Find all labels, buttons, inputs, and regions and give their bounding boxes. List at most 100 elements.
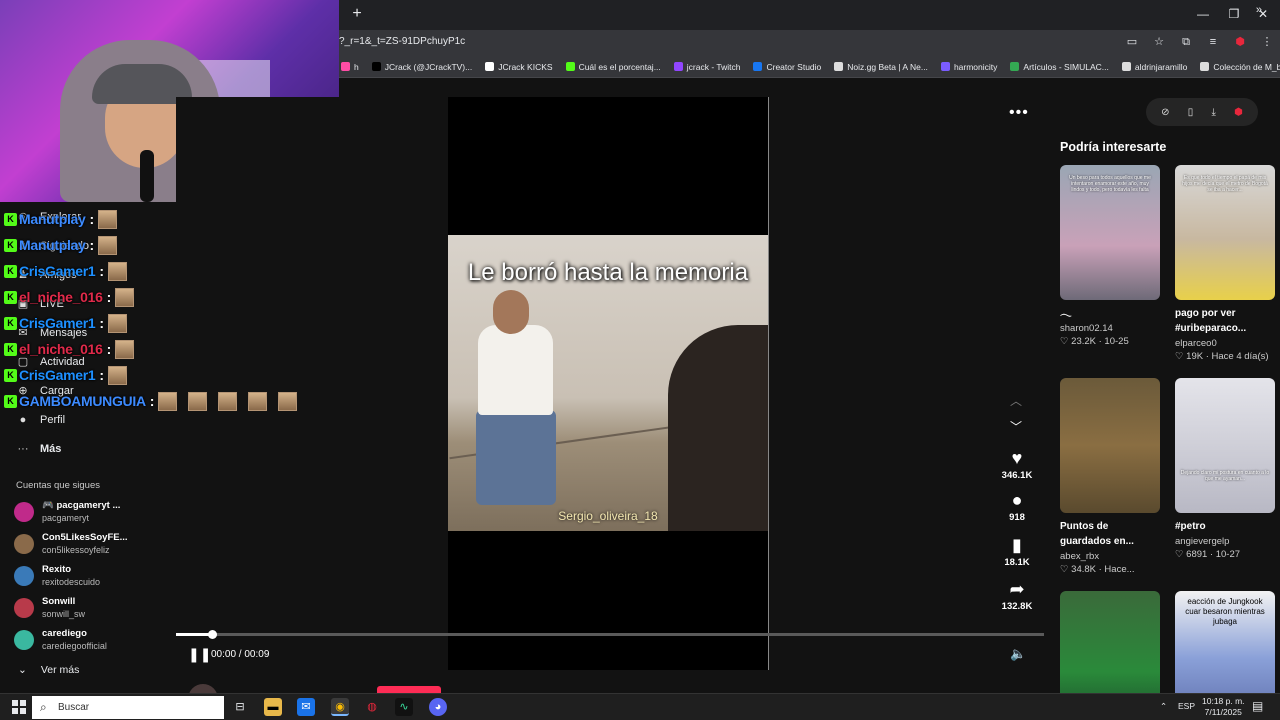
- taskbar-search[interactable]: ⌕ Buscar: [32, 696, 224, 719]
- media-controls-icon[interactable]: ≡: [1206, 34, 1220, 50]
- new-tab-button[interactable]: +: [347, 4, 367, 24]
- recommended-card[interactable]: Es que todo el tiempo el papá de mis hij…: [1175, 165, 1275, 362]
- bookmark-item[interactable]: JCrack (@JCrackTV)...: [371, 62, 472, 72]
- bookmark-item[interactable]: aldrinjaramillo: [1121, 62, 1187, 72]
- more-options-icon[interactable]: •••: [1009, 104, 1029, 122]
- bookmark-item[interactable]: Artículos - SIMULAC...: [1010, 62, 1109, 72]
- profile-icon[interactable]: ⬢: [1233, 34, 1247, 50]
- bookmark-item[interactable]: harmonicity: [940, 62, 997, 72]
- card-author[interactable]: sharon02.14: [1060, 323, 1160, 334]
- card-stats: ♡ 34.8K · Hace...: [1060, 564, 1135, 575]
- comment-button[interactable]: ● 918: [997, 490, 1037, 523]
- bookmark-item[interactable]: jcrack - Twitch: [673, 62, 740, 72]
- browser-menu-icon[interactable]: ⋮: [1260, 34, 1274, 50]
- recommended-card[interactable]: Puntos de guardados en... abex_rbx ♡ 34.8K…: [1060, 378, 1160, 575]
- bookmark-favicon-icon: [940, 62, 950, 71]
- windows-start-icon[interactable]: [12, 700, 26, 714]
- extension-badge-icon[interactable]: ⬢: [1234, 107, 1243, 118]
- following-accounts-title: Cuentas que sigues: [16, 480, 100, 491]
- chat-username[interactable]: el_niche_016: [19, 289, 103, 305]
- restore-icon[interactable]: ❐: [1224, 4, 1244, 24]
- following-account[interactable]: Con5LikesSoyFE... con5likessoyfeliz: [14, 532, 128, 556]
- tray-expand-icon[interactable]: ⌃: [1160, 701, 1167, 712]
- pause-button[interactable]: ❚❚: [188, 646, 211, 663]
- heart-icon: ♥: [1011, 448, 1023, 468]
- minimize-icon[interactable]: —: [1193, 4, 1213, 24]
- video-thumbnail[interactable]: Un beso para todos aquellos que me inten…: [1060, 165, 1160, 300]
- device-icon[interactable]: ▯: [1188, 107, 1194, 118]
- share-button[interactable]: ➦ 132.8K: [997, 579, 1037, 612]
- chrome-icon[interactable]: ◉: [331, 698, 349, 716]
- sidebar-item-more[interactable]: ··· Más: [16, 442, 62, 456]
- url-text[interactable]: ?_r=1&_t=ZS-91DPchuyP1c: [339, 36, 465, 47]
- video-progress-bar[interactable]: [176, 633, 1044, 636]
- bookmark-item[interactable]: h: [341, 62, 359, 72]
- bookmark-favicon-icon: [753, 62, 763, 71]
- video-thumbnail[interactable]: [1060, 378, 1160, 513]
- sidebar-item-profile[interactable]: ● Perfil: [16, 413, 65, 427]
- see-more-button[interactable]: ⌄ Ver más: [18, 664, 79, 676]
- account-name: Sonwill: [42, 596, 76, 607]
- chat-username[interactable]: CrisGamer1: [19, 315, 96, 331]
- volume-icon[interactable]: 🔈: [1010, 646, 1026, 662]
- card-author[interactable]: abex_rbx: [1060, 551, 1160, 562]
- account-text: 🎮 pacgameryt ... pacgameryt: [42, 500, 120, 524]
- file-explorer-icon[interactable]: ▬: [264, 698, 282, 716]
- card-description[interactable]: Puntos de guardados en...: [1060, 519, 1160, 549]
- chat-username[interactable]: CrisGamer1: [19, 263, 96, 279]
- card-stats: ♡ 19K · Hace 4 día(s): [1175, 351, 1269, 362]
- bookmark-item[interactable]: JCrack KICKS: [485, 62, 553, 72]
- video-thumbnail[interactable]: Es que todo el tiempo el papá de mis hij…: [1175, 165, 1275, 300]
- chat-username[interactable]: GAMBOAMUNGUIA: [19, 393, 146, 409]
- card-description[interactable]: pago por ver #uribeparaco...: [1175, 306, 1275, 336]
- recommended-title: Podría interesarte: [1060, 140, 1167, 154]
- download-icon[interactable]: ⤓: [1211, 107, 1215, 118]
- previous-video-icon[interactable]: ︿: [1010, 392, 1022, 409]
- chat-message: K CrisGamer1:: [4, 260, 136, 282]
- account-text: Sonwill sonwill_sw: [42, 596, 85, 620]
- address-bar[interactable]: ?_r=1&_t=ZS-91DPchuyP1c ▭ ☆ ⧉ ≡ ⬢ ⋮: [339, 30, 1280, 56]
- mail-icon[interactable]: ✉: [297, 698, 315, 716]
- bookmark-item[interactable]: Colección de M_blei...: [1200, 62, 1280, 72]
- link-icon[interactable]: ⊘: [1161, 107, 1169, 118]
- bookmark-item[interactable]: Noiz.gg Beta | A Ne...: [834, 62, 928, 72]
- recommended-card[interactable]: Un beso para todos aquellos que me inten…: [1060, 165, 1160, 347]
- following-account[interactable]: carediego carediegoofficial: [14, 628, 107, 652]
- following-account[interactable]: 🎮 pacgameryt ... pacgameryt: [14, 500, 120, 524]
- recording-app-icon[interactable]: ◍: [363, 698, 381, 716]
- notifications-icon[interactable]: ▤: [1252, 699, 1263, 713]
- following-account[interactable]: Rexito rexitodescuido: [14, 564, 100, 588]
- chat-separator: :: [99, 367, 105, 383]
- chat-username[interactable]: Manutplay: [19, 211, 86, 227]
- language-indicator[interactable]: ESP: [1178, 701, 1195, 711]
- video-progress-handle[interactable]: [208, 630, 217, 639]
- bookmark-star-icon[interactable]: ☆: [1152, 34, 1166, 50]
- bookmarks-overflow-button[interactable]: »: [1256, 4, 1262, 16]
- video-time: 00:00 / 00:09: [211, 649, 270, 660]
- following-account[interactable]: Sonwill sonwill_sw: [14, 596, 85, 620]
- recommended-card[interactable]: Dejando claro mi postura en cuanto a lo …: [1175, 378, 1275, 560]
- discord-icon[interactable]: ◕: [429, 698, 447, 716]
- video-frame[interactable]: Le borró hasta la memoria Sergio_oliveir…: [448, 235, 768, 531]
- chat-message: K CrisGamer1:: [4, 312, 136, 334]
- card-description[interactable]: #petro: [1175, 519, 1275, 534]
- video-foreground-person: [668, 325, 768, 531]
- card-author[interactable]: angievergelp: [1175, 536, 1275, 547]
- chat-username[interactable]: el_niche_016: [19, 341, 103, 357]
- chat-username[interactable]: Manutplay: [19, 237, 86, 253]
- chat-username[interactable]: CrisGamer1: [19, 367, 96, 383]
- kick-badge-icon: K: [4, 368, 17, 382]
- bookmark-item[interactable]: Creator Studio: [753, 62, 821, 72]
- bookmark-item[interactable]: Cuál es el porcentaj...: [565, 62, 661, 72]
- extensions-icon[interactable]: ⧉: [1179, 34, 1193, 50]
- card-description[interactable]: 𓂃: [1060, 306, 1160, 321]
- video-thumbnail[interactable]: Dejando claro mi postura en cuanto a lo …: [1175, 378, 1275, 513]
- save-button[interactable]: ▮ 18.1K: [997, 535, 1037, 568]
- taskbar-clock[interactable]: 10:18 p. m. 7/11/2025: [1202, 696, 1245, 718]
- cast-icon[interactable]: ▭: [1125, 34, 1139, 50]
- task-view-icon[interactable]: ⊟: [231, 698, 249, 716]
- audio-app-icon[interactable]: ∿: [395, 698, 413, 716]
- card-author[interactable]: elparceo0: [1175, 338, 1275, 349]
- like-button[interactable]: ♥ 346.1K: [997, 448, 1037, 481]
- next-video-icon[interactable]: ﹀: [1010, 418, 1022, 435]
